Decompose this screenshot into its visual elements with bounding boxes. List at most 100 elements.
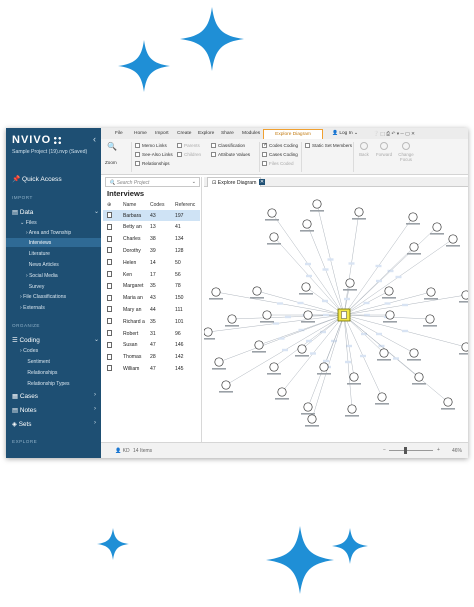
table-row[interactable]: William 47 145 (103, 363, 200, 374)
diagram-node[interactable] (347, 404, 357, 414)
diagram-node[interactable] (307, 414, 317, 424)
table-row[interactable]: Thomas 28 142 (103, 352, 200, 363)
tab-modules[interactable]: Modules (242, 131, 260, 136)
forward-button[interactable]: Forward (373, 142, 395, 157)
diagram-node[interactable] (319, 362, 329, 372)
zoom-slider[interactable] (389, 450, 433, 451)
diagram-node[interactable] (214, 357, 224, 367)
diagram-node[interactable] (267, 208, 277, 218)
diagram-node[interactable] (262, 310, 272, 320)
diagram-node[interactable] (302, 219, 312, 229)
diagram-node[interactable] (312, 199, 322, 209)
relationships-checkbox[interactable]: Relationships (135, 161, 170, 167)
table-row[interactable]: Susan 47 146 (103, 340, 200, 351)
attribute-values-checkbox[interactable]: Attribute Values (211, 152, 250, 158)
diagram-node[interactable] (379, 348, 389, 358)
diagram-node[interactable] (408, 212, 418, 222)
diagram-node[interactable] (269, 232, 279, 242)
table-row[interactable]: Maria an 43 150 (103, 293, 200, 304)
diagram-node[interactable] (384, 286, 394, 296)
diagram-node[interactable] (426, 287, 436, 297)
diagram-node[interactable] (409, 348, 419, 358)
zoom-out-icon[interactable]: − (383, 447, 386, 453)
table-row[interactable]: Helen 14 50 (103, 257, 200, 268)
tab-file[interactable]: File (115, 131, 123, 136)
quick-access[interactable]: 📌 Quick Access (12, 175, 62, 183)
table-row[interactable]: Barbara 43 197 (103, 210, 200, 221)
back-button[interactable]: Back (355, 142, 373, 157)
collapse-sidebar-icon[interactable]: ‹ (93, 134, 96, 144)
diagram-node[interactable] (227, 314, 237, 324)
diagram-node[interactable] (269, 362, 279, 372)
nav-relationships[interactable]: Relationships (26, 370, 57, 376)
login-button[interactable]: 👤 Log In ⌄ (332, 131, 358, 136)
nav-area-township[interactable]: › Area and Township (26, 230, 71, 236)
nav-files[interactable]: ⌄ Files (20, 220, 37, 226)
nav-data[interactable]: ▤ Data ⌄ (12, 208, 99, 216)
diagram-node[interactable] (277, 387, 287, 397)
diagram-node[interactable] (432, 222, 442, 232)
diagram-canvas[interactable] (201, 187, 468, 442)
diagram-node[interactable] (354, 207, 364, 217)
diagram-node[interactable] (254, 340, 264, 350)
children-checkbox[interactable]: Children (177, 152, 201, 158)
nav-cases[interactable]: ▦ Cases › (12, 392, 96, 400)
zoom-in-icon[interactable]: + (437, 447, 440, 453)
diagram-node[interactable] (377, 392, 387, 402)
diagram-node[interactable] (461, 290, 468, 300)
tab-import[interactable]: Import (155, 131, 169, 136)
diagram-node[interactable] (303, 310, 313, 320)
nav-codes[interactable]: › Codes (20, 348, 38, 354)
nav-literature[interactable]: Literature (26, 251, 50, 257)
table-row[interactable]: Dorothy 39 128 (103, 245, 200, 256)
tab-explore-diagram[interactable]: Explore Diagram (263, 129, 323, 139)
column-references[interactable]: Referenc (175, 202, 195, 208)
table-row[interactable]: Margaret 35 78 (103, 281, 200, 292)
tab-explore-diagram-doc[interactable]: ⊡ Explore Diagram (207, 177, 262, 187)
diagram-node[interactable] (448, 234, 458, 244)
nav-interviews[interactable]: Interviews (26, 240, 52, 246)
diagram-node[interactable] (252, 286, 262, 296)
diagram-node[interactable] (443, 397, 453, 407)
zoom-slider-knob[interactable] (404, 447, 407, 454)
diagram-node[interactable] (303, 402, 313, 412)
table-row[interactable]: Mary an 44 111 (103, 304, 200, 315)
see-also-links-checkbox[interactable]: See-Also Links (135, 152, 173, 158)
change-focus-button[interactable]: Change Focus (395, 142, 417, 162)
nav-relationship-types[interactable]: Relationship Types (26, 381, 69, 387)
table-row[interactable]: Charles 38 134 (103, 234, 200, 245)
memo-links-checkbox[interactable]: Memo Links (135, 143, 167, 149)
diagram-node[interactable] (409, 242, 419, 252)
diagram-node[interactable] (385, 310, 395, 320)
nav-social-media[interactable]: › Social Media (26, 273, 58, 279)
nav-sentiment[interactable]: Sentiment (26, 359, 50, 365)
diagram-node[interactable] (349, 372, 359, 382)
diagram-node[interactable] (297, 344, 307, 354)
zoom-icon[interactable]: 🔍 (107, 142, 117, 151)
nav-survey[interactable]: Survey (26, 284, 45, 290)
diagram-node[interactable] (414, 372, 424, 382)
table-row[interactable]: Ken 17 56 (103, 269, 200, 280)
tab-home[interactable]: Home (134, 131, 147, 136)
chevron-down-icon[interactable]: ⌄ (192, 179, 196, 185)
static-set-members-checkbox[interactable]: Static Set Members (305, 143, 352, 149)
diagram-node[interactable] (425, 314, 435, 324)
codes-coding-checkbox[interactable]: Codes Coding (262, 142, 298, 149)
nav-file-classifications[interactable]: › File Classifications (20, 294, 66, 300)
add-icon[interactable]: ⊕ (107, 202, 111, 208)
table-row[interactable]: Richard a 35 101 (103, 316, 200, 327)
nav-sets[interactable]: ◈ Sets › (12, 420, 96, 428)
column-codes[interactable]: Codes (150, 202, 164, 208)
diagram-node[interactable] (345, 278, 355, 288)
cases-coding-checkbox[interactable]: Cases Coding (262, 152, 298, 158)
tab-explore[interactable]: Explore (198, 131, 214, 136)
diagram-node[interactable] (203, 327, 213, 337)
nav-news-articles[interactable]: News Articles (26, 262, 59, 268)
parents-checkbox[interactable]: Parents (177, 143, 200, 149)
table-row[interactable]: Robert 31 96 (103, 328, 200, 339)
table-row[interactable]: Betty an 13 41 (103, 222, 200, 233)
search-input[interactable]: 🔍 Search Project ⌄ (105, 177, 200, 187)
column-name[interactable]: Name (123, 202, 136, 208)
tab-create[interactable]: Create (177, 131, 191, 136)
diagram-node[interactable] (211, 287, 221, 297)
